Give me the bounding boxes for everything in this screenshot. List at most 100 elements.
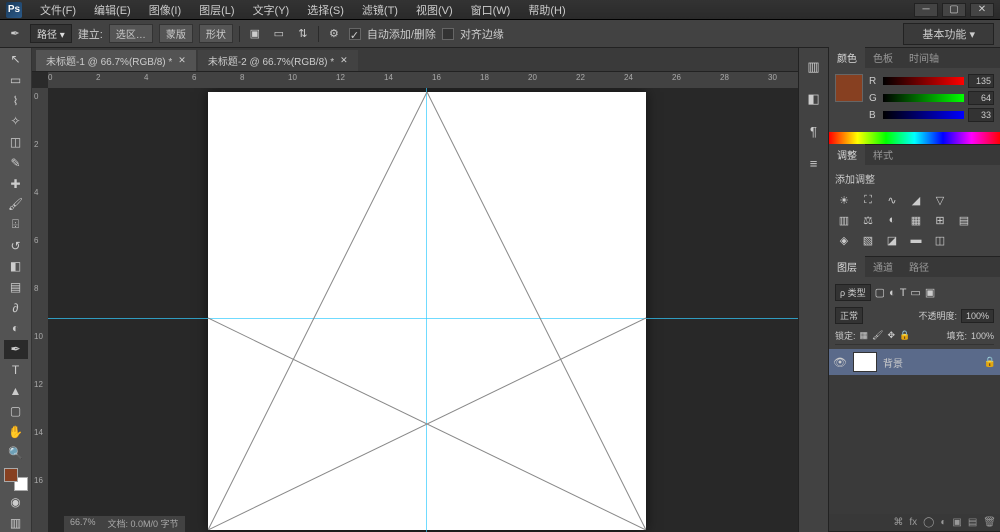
ruler-horizontal[interactable]: 0 2 4 6 8 10 12 14 16 18 20 22 24 26 28 … (48, 72, 798, 88)
menu-filter[interactable]: 滤镜(T) (354, 0, 406, 20)
lock-trans-icon[interactable]: ▦ (860, 330, 869, 341)
stamp-tool-icon[interactable]: ⌹ (4, 216, 28, 235)
menu-window[interactable]: 窗口(W) (463, 0, 519, 20)
tab-swatches[interactable]: 色板 (865, 47, 901, 68)
filter-shape-icon[interactable]: ▭ (910, 286, 920, 299)
layer-name[interactable]: 背景 (883, 355, 978, 370)
dodge-tool-icon[interactable]: ◐ (4, 319, 28, 338)
lookup-icon[interactable]: ▤ (955, 212, 973, 228)
auto-add-delete-checkbox[interactable]: ✓ (349, 28, 361, 40)
path-select-icon[interactable]: ▲ (4, 381, 28, 400)
window-minimize-icon[interactable]: ─ (914, 3, 938, 17)
filter-smart-icon[interactable]: ▣ (925, 286, 935, 299)
filter-adj-icon[interactable]: ◐ (889, 287, 896, 299)
exposure-icon[interactable]: ◢ (907, 192, 925, 208)
g-slider[interactable] (883, 94, 964, 102)
lock-pos-icon[interactable]: ✥ (887, 330, 895, 341)
wand-tool-icon[interactable]: ✧ (4, 112, 28, 131)
r-value-input[interactable]: 135 (968, 74, 994, 88)
gear-icon[interactable]: ⚙ (325, 25, 343, 43)
screenmode-icon[interactable]: ▥ (4, 513, 28, 532)
brush-tool-icon[interactable]: 🖌 (4, 195, 28, 214)
lock-all-icon[interactable]: 🔒 (899, 330, 910, 341)
threshold-icon[interactable]: ◪ (883, 232, 901, 248)
type-tool-icon[interactable]: T (4, 361, 28, 380)
balance-icon[interactable]: ⚖ (859, 212, 877, 228)
hue-icon[interactable]: ▥ (835, 212, 853, 228)
align-edges-checkbox[interactable] (442, 28, 454, 40)
photo-filter-icon[interactable]: ▦ (907, 212, 925, 228)
guide-vertical[interactable] (426, 88, 427, 532)
color-swatches[interactable] (4, 468, 28, 490)
tab-channels[interactable]: 通道 (865, 256, 901, 277)
tab-timeline[interactable]: 时间轴 (901, 47, 947, 68)
make-shape-button[interactable]: 形状 (199, 24, 233, 43)
filter-type-icon[interactable]: T (900, 287, 907, 299)
canvas-area[interactable] (48, 88, 798, 532)
canvas[interactable] (208, 92, 646, 530)
guide-horizontal[interactable] (48, 318, 798, 319)
r-slider[interactable] (883, 77, 964, 85)
history-panel-icon[interactable]: ▥ (803, 56, 825, 78)
vibrance-icon[interactable]: ▽ (931, 192, 949, 208)
bw-icon[interactable]: ◐ (883, 212, 901, 228)
document-tab[interactable]: 未标题-1 @ 66.7%(RGB/8) *✕ (36, 50, 196, 71)
crop-tool-icon[interactable]: ◫ (4, 133, 28, 152)
tab-color[interactable]: 颜色 (829, 47, 865, 68)
fg-swatch[interactable] (4, 468, 18, 482)
close-icon[interactable]: ✕ (178, 55, 186, 66)
trash-icon[interactable]: 🗑 (983, 517, 996, 528)
document-tab[interactable]: 未标题-2 @ 66.7%(RGB/8) *✕ (198, 50, 358, 71)
ruler-vertical[interactable]: 0 2 4 6 8 10 12 14 16 (32, 88, 48, 532)
blur-tool-icon[interactable]: ∂ (4, 298, 28, 317)
window-close-icon[interactable]: ✕ (970, 3, 994, 17)
fx-icon[interactable]: fx (909, 517, 917, 528)
link-layers-icon[interactable]: ⌘ (893, 517, 903, 528)
new-group-icon[interactable]: ▣ (952, 517, 961, 528)
lasso-tool-icon[interactable]: ⌇ (4, 91, 28, 110)
tab-paths[interactable]: 路径 (901, 256, 937, 277)
workspace-switcher[interactable]: 基本功能 ▾ (903, 23, 994, 45)
gradient-map-icon[interactable]: ▬ (907, 232, 925, 248)
zoom-tool-icon[interactable]: 🔍 (4, 443, 28, 462)
fill-input[interactable]: 100% (971, 331, 994, 341)
blend-mode-select[interactable]: 正常 (835, 307, 863, 324)
selective-icon[interactable]: ◫ (931, 232, 949, 248)
mixer-icon[interactable]: ⊞ (931, 212, 949, 228)
path-ops-icon[interactable]: ▣ (246, 25, 264, 43)
hand-tool-icon[interactable]: ✋ (4, 423, 28, 442)
mask-icon[interactable]: ◯ (923, 517, 934, 528)
b-slider[interactable] (883, 111, 964, 119)
heal-tool-icon[interactable]: ✚ (4, 174, 28, 193)
invert-icon[interactable]: ◈ (835, 232, 853, 248)
tab-styles[interactable]: 样式 (865, 144, 901, 165)
visibility-icon[interactable]: 👁 (833, 356, 847, 369)
pen-tool-icon[interactable]: ✒ (6, 25, 24, 43)
color-spectrum[interactable] (829, 132, 1000, 144)
zoom-level[interactable]: 66.7% (70, 517, 96, 531)
new-adj-icon[interactable]: ◐ (940, 517, 946, 528)
tool-mode-select[interactable]: 路径 ▾ (30, 24, 72, 43)
lock-pixel-icon[interactable]: 🖌 (872, 330, 883, 341)
layer-thumbnail[interactable] (853, 352, 877, 372)
pen-tool-icon-tb[interactable]: ✒ (4, 340, 28, 359)
posterize-icon[interactable]: ▧ (859, 232, 877, 248)
menu-image[interactable]: 图像(I) (141, 0, 189, 20)
levels-icon[interactable]: ⛶ (859, 192, 877, 208)
filter-image-icon[interactable]: ▢ (875, 286, 885, 299)
tab-layers[interactable]: 图层 (829, 256, 865, 277)
b-value-input[interactable]: 33 (968, 108, 994, 122)
properties-panel-icon[interactable]: ◧ (803, 88, 825, 110)
path-align-icon[interactable]: ▭ (270, 25, 288, 43)
path-arrange-icon[interactable]: ⇅ (294, 25, 312, 43)
menu-edit[interactable]: 编辑(E) (86, 0, 139, 20)
menu-type[interactable]: 文字(Y) (245, 0, 298, 20)
g-value-input[interactable]: 64 (968, 91, 994, 105)
menu-layer[interactable]: 图层(L) (191, 0, 242, 20)
new-layer-icon[interactable]: ▤ (968, 517, 977, 528)
make-selection-button[interactable]: 选区… (109, 24, 153, 43)
curves-icon[interactable]: ∿ (883, 192, 901, 208)
character-panel-icon[interactable]: ¶ (803, 120, 825, 142)
menu-file[interactable]: 文件(F) (32, 0, 84, 20)
tab-adjustments[interactable]: 调整 (829, 144, 865, 165)
